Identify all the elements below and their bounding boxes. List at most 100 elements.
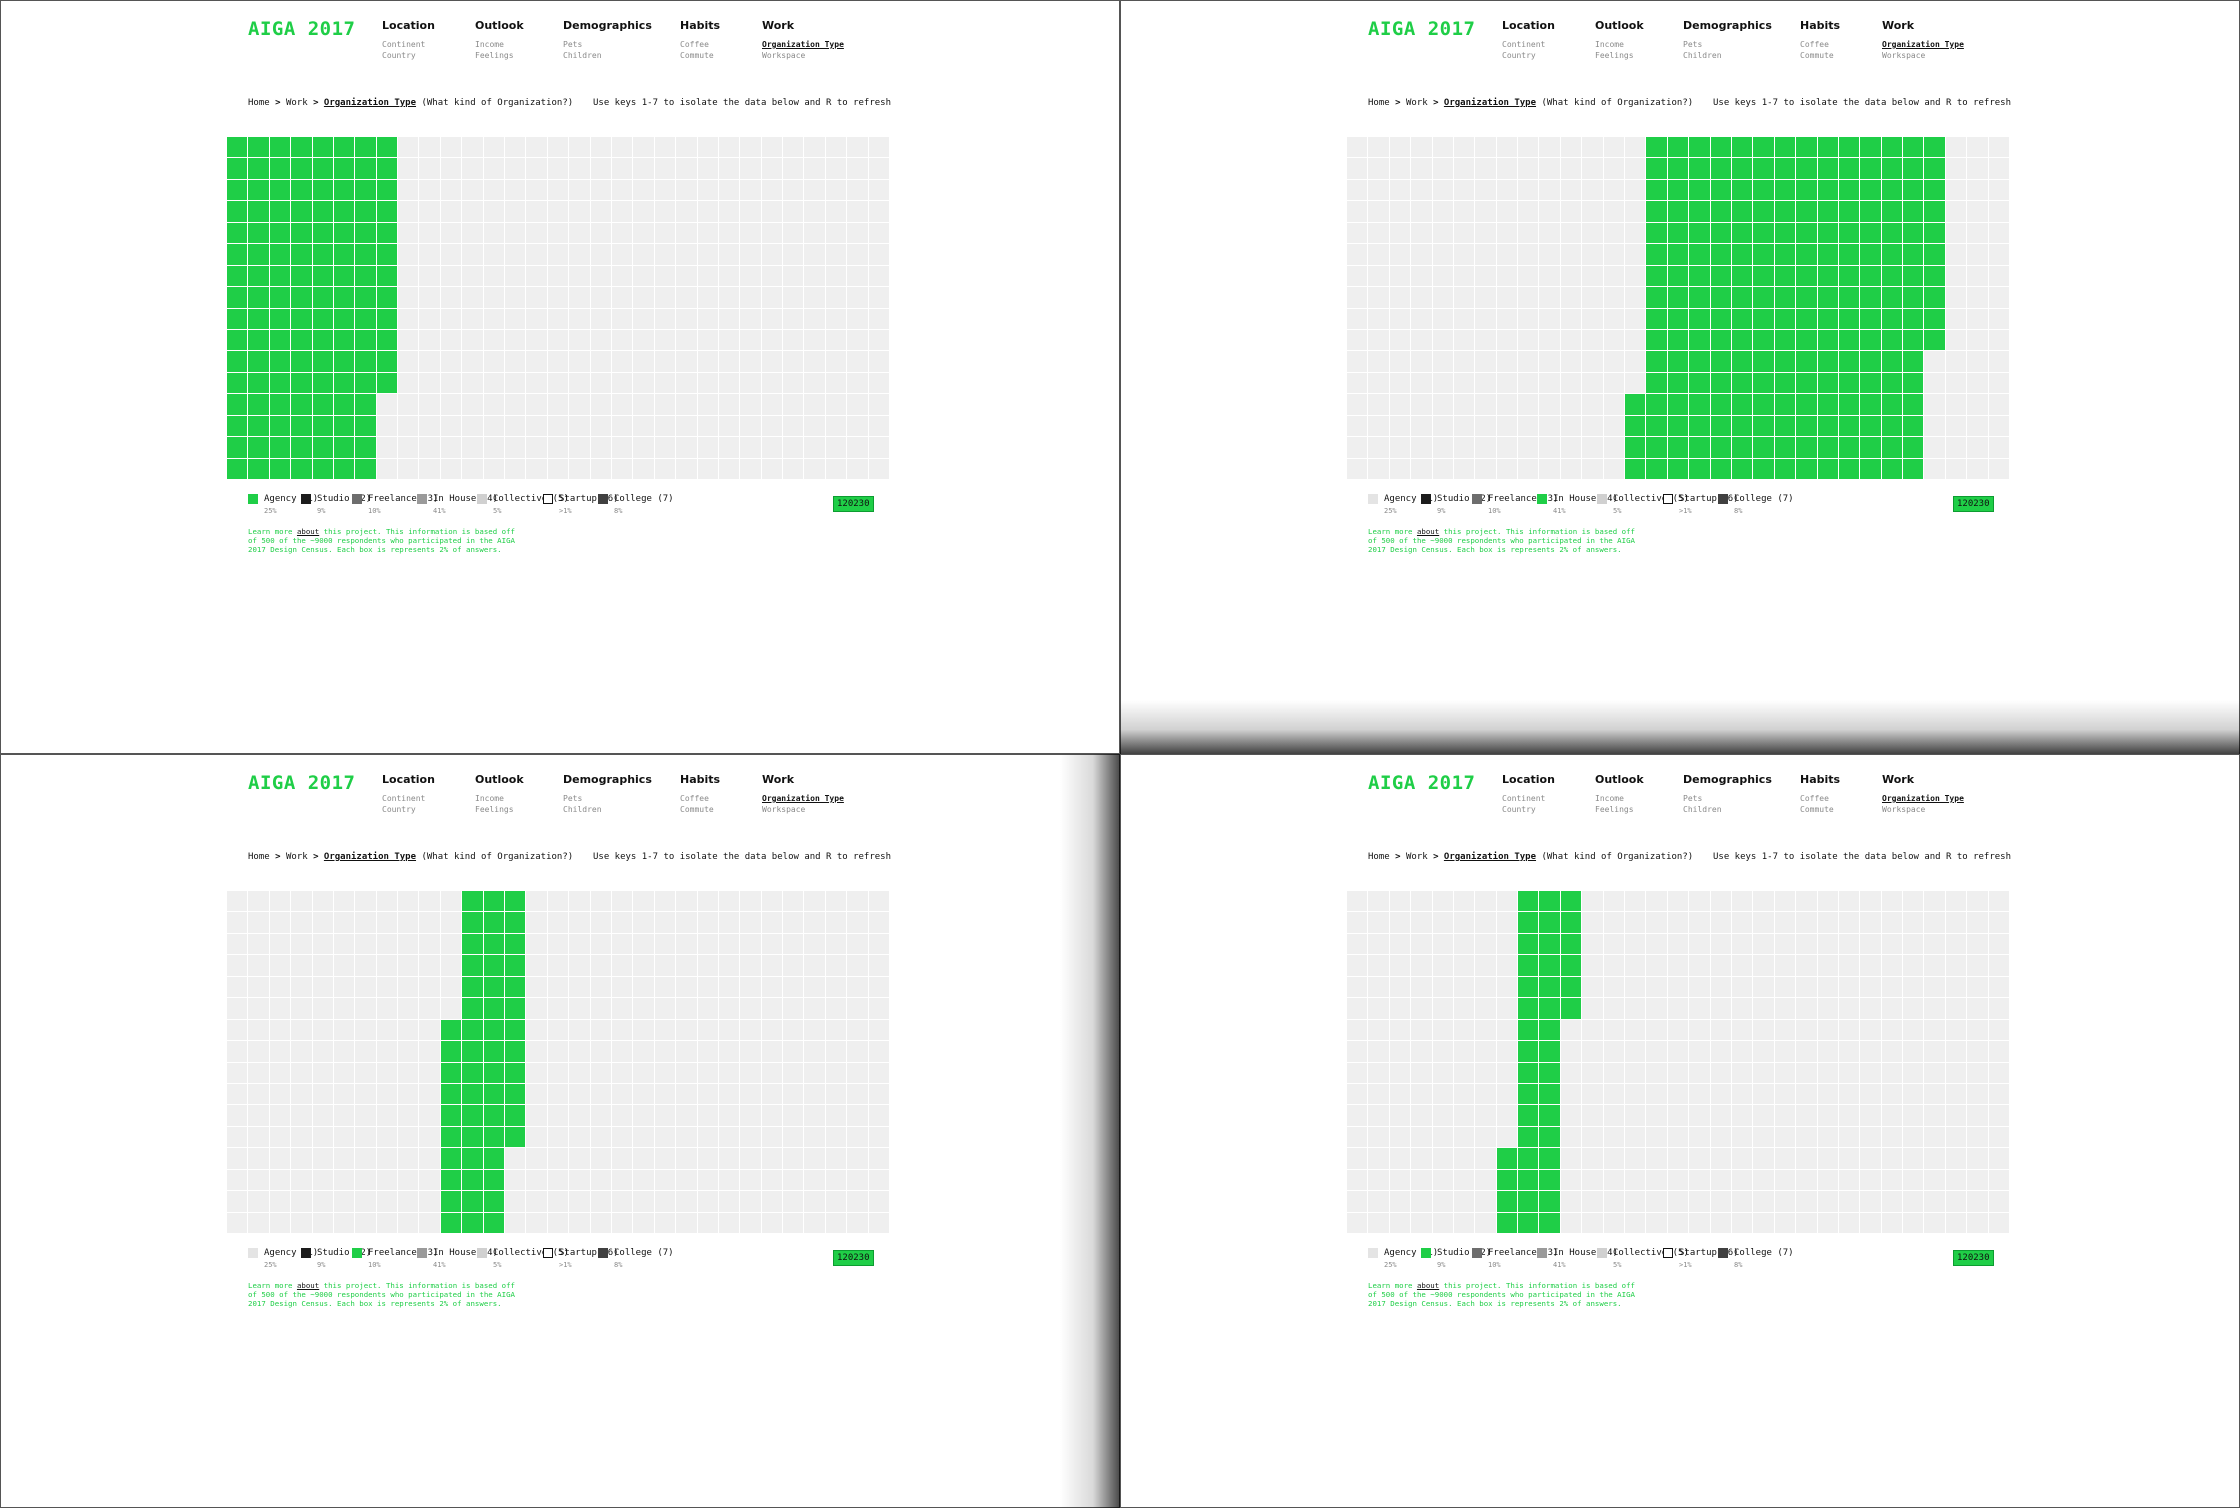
nav-item-workspace[interactable]: Workspace	[1882, 50, 1964, 61]
about-link[interactable]: about	[1417, 1281, 1439, 1290]
legend-swatch[interactable]	[301, 1248, 311, 1258]
nav-item-coffee[interactable]: Coffee	[1800, 793, 1840, 804]
legend-item[interactable]: College (7) 8%	[1718, 1248, 1794, 1269]
nav-item-children[interactable]: Children	[1683, 804, 1772, 815]
breadcrumb-current[interactable]: Organization Type	[1444, 98, 1536, 108]
about-link[interactable]: about	[1417, 527, 1439, 536]
logo[interactable]: AIGA 2017	[248, 18, 355, 40]
legend-swatch[interactable]	[1718, 1248, 1728, 1258]
nav-item-continent[interactable]: Continent	[382, 793, 435, 804]
legend-swatch[interactable]	[477, 494, 487, 504]
legend-swatch[interactable]	[1421, 494, 1431, 504]
nav-item-continent[interactable]: Continent	[1502, 39, 1555, 50]
nav-item-pets[interactable]: Pets	[1683, 39, 1772, 50]
nav-item-income[interactable]: Income	[1595, 39, 1644, 50]
nav-item-commute[interactable]: Commute	[1800, 804, 1840, 815]
nav-item-commute[interactable]: Commute	[680, 804, 720, 815]
legend-swatch[interactable]	[352, 494, 362, 504]
legend-item[interactable]: College (7) 8%	[1718, 494, 1794, 515]
nav-heading[interactable]: Location	[1502, 773, 1555, 786]
legend-swatch[interactable]	[352, 1248, 362, 1258]
nav-heading[interactable]: Work	[1882, 19, 1964, 32]
nav-heading[interactable]: Habits	[680, 19, 720, 32]
nav-heading[interactable]: Habits	[680, 773, 720, 786]
legend-swatch[interactable]	[1472, 1248, 1482, 1258]
legend-swatch[interactable]	[1663, 1248, 1673, 1258]
breadcrumb-home[interactable]: Home	[248, 852, 270, 862]
nav-item-children[interactable]: Children	[1683, 50, 1772, 61]
legend-swatch[interactable]	[301, 494, 311, 504]
nav-heading[interactable]: Outlook	[475, 19, 524, 32]
nav-item-pets[interactable]: Pets	[1683, 793, 1772, 804]
breadcrumb-section[interactable]: Work	[1406, 98, 1428, 108]
nav-item-income[interactable]: Income	[1595, 793, 1644, 804]
nav-heading[interactable]: Demographics	[563, 19, 652, 32]
nav-item-pets[interactable]: Pets	[563, 39, 652, 50]
legend-swatch[interactable]	[477, 1248, 487, 1258]
breadcrumb-section[interactable]: Work	[286, 98, 308, 108]
nav-heading[interactable]: Location	[382, 773, 435, 786]
legend-swatch[interactable]	[543, 494, 553, 504]
nav-item-organization-type[interactable]: Organization Type	[1882, 39, 1964, 50]
nav-item-organization-type[interactable]: Organization Type	[762, 39, 844, 50]
logo[interactable]: AIGA 2017	[248, 772, 355, 794]
legend-swatch[interactable]	[248, 1248, 258, 1258]
legend-swatch[interactable]	[543, 1248, 553, 1258]
nav-item-commute[interactable]: Commute	[680, 50, 720, 61]
nav-item-country[interactable]: Country	[382, 804, 435, 815]
legend-swatch[interactable]	[248, 494, 258, 504]
legend-swatch[interactable]	[1537, 1248, 1547, 1258]
breadcrumb-current[interactable]: Organization Type	[324, 98, 416, 108]
logo[interactable]: AIGA 2017	[1368, 18, 1475, 40]
nav-item-income[interactable]: Income	[475, 39, 524, 50]
breadcrumb-current[interactable]: Organization Type	[324, 852, 416, 862]
legend-item[interactable]: College (7) 8%	[598, 1248, 674, 1269]
about-link[interactable]: about	[297, 527, 319, 536]
breadcrumb-home[interactable]: Home	[1368, 98, 1390, 108]
nav-heading[interactable]: Habits	[1800, 773, 1840, 786]
nav-item-feelings[interactable]: Feelings	[475, 804, 524, 815]
about-link[interactable]: about	[297, 1281, 319, 1290]
nav-item-continent[interactable]: Continent	[382, 39, 435, 50]
logo[interactable]: AIGA 2017	[1368, 772, 1475, 794]
nav-heading[interactable]: Outlook	[1595, 19, 1644, 32]
nav-item-feelings[interactable]: Feelings	[1595, 804, 1644, 815]
breadcrumb-home[interactable]: Home	[248, 98, 270, 108]
nav-item-workspace[interactable]: Workspace	[762, 804, 844, 815]
nav-item-children[interactable]: Children	[563, 50, 652, 61]
nav-item-pets[interactable]: Pets	[563, 793, 652, 804]
legend-swatch[interactable]	[1537, 494, 1547, 504]
legend-swatch[interactable]	[1718, 494, 1728, 504]
nav-item-continent[interactable]: Continent	[1502, 793, 1555, 804]
legend-swatch[interactable]	[598, 494, 608, 504]
nav-heading[interactable]: Work	[762, 773, 844, 786]
nav-item-workspace[interactable]: Workspace	[762, 50, 844, 61]
nav-heading[interactable]: Demographics	[563, 773, 652, 786]
nav-heading[interactable]: Demographics	[1683, 19, 1772, 32]
nav-item-coffee[interactable]: Coffee	[1800, 39, 1840, 50]
legend-swatch[interactable]	[598, 1248, 608, 1258]
nav-item-country[interactable]: Country	[382, 50, 435, 61]
nav-item-coffee[interactable]: Coffee	[680, 39, 720, 50]
nav-item-children[interactable]: Children	[563, 804, 652, 815]
legend-swatch[interactable]	[1597, 1248, 1607, 1258]
nav-item-organization-type[interactable]: Organization Type	[762, 793, 844, 804]
legend-swatch[interactable]	[1368, 494, 1378, 504]
legend-swatch[interactable]	[1597, 494, 1607, 504]
nav-heading[interactable]: Demographics	[1683, 773, 1772, 786]
nav-heading[interactable]: Work	[762, 19, 844, 32]
legend-swatch[interactable]	[1663, 494, 1673, 504]
legend-swatch[interactable]	[1368, 1248, 1378, 1258]
nav-heading[interactable]: Location	[1502, 19, 1555, 32]
breadcrumb-section[interactable]: Work	[1406, 852, 1428, 862]
legend-swatch[interactable]	[1472, 494, 1482, 504]
nav-item-feelings[interactable]: Feelings	[475, 50, 524, 61]
nav-heading[interactable]: Work	[1882, 773, 1964, 786]
nav-item-country[interactable]: Country	[1502, 804, 1555, 815]
nav-heading[interactable]: Location	[382, 19, 435, 32]
nav-item-income[interactable]: Income	[475, 793, 524, 804]
nav-item-country[interactable]: Country	[1502, 50, 1555, 61]
nav-heading[interactable]: Habits	[1800, 19, 1840, 32]
breadcrumb-home[interactable]: Home	[1368, 852, 1390, 862]
legend-swatch[interactable]	[417, 1248, 427, 1258]
